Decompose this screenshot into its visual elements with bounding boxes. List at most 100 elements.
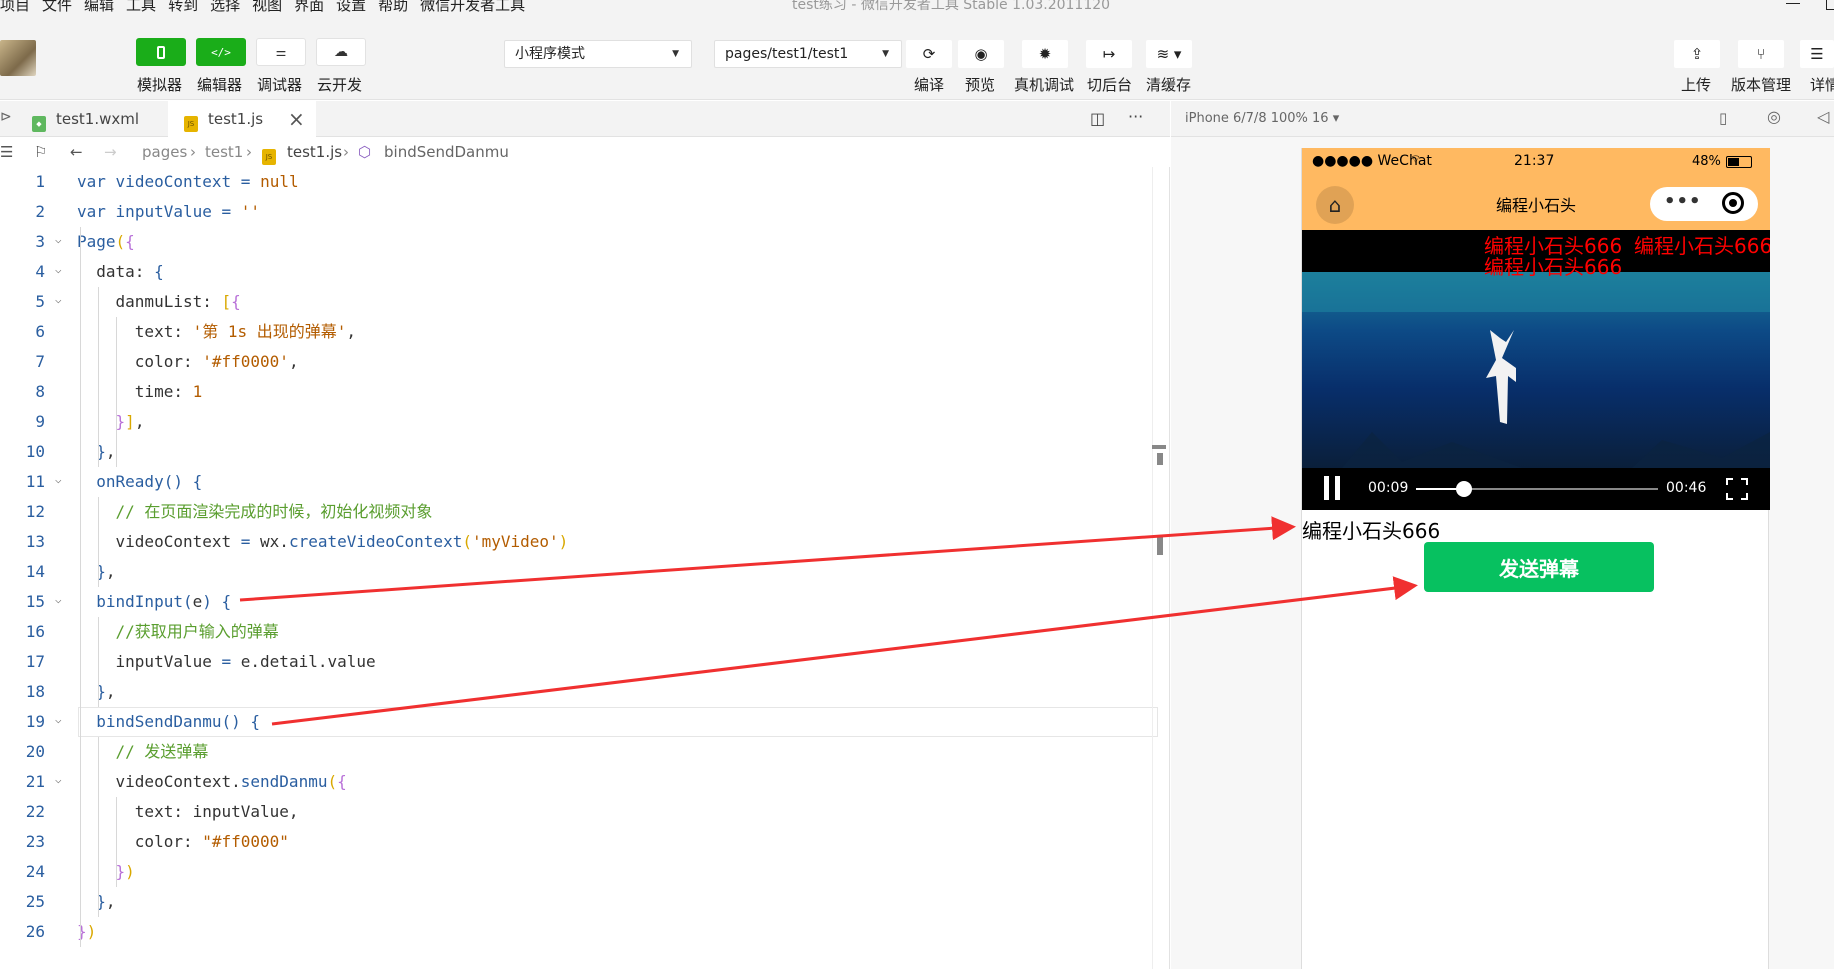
remote-debug-button[interactable]: ✹ bbox=[1022, 40, 1068, 68]
version-button[interactable]: ⑂ bbox=[1738, 40, 1784, 68]
volume-icon[interactable]: ◁ bbox=[1817, 107, 1829, 126]
menu-item[interactable]: 编辑 bbox=[84, 0, 114, 13]
outline-icon[interactable]: ☰ bbox=[0, 143, 13, 161]
editor-button[interactable]: </> bbox=[196, 38, 246, 66]
more-icon[interactable]: ··· bbox=[1128, 107, 1143, 126]
code-line[interactable]: 4 ⌵ data: { bbox=[0, 257, 1170, 287]
code-line[interactable]: 14 }, bbox=[0, 557, 1170, 587]
line-number: 25 bbox=[25, 892, 45, 911]
code-line[interactable]: 17 inputValue = e.detail.value bbox=[0, 647, 1170, 677]
code-line[interactable]: 5 ⌵ danmuList: [{ bbox=[0, 287, 1170, 317]
page-select[interactable]: pages/test1/test1 ▼ bbox=[714, 40, 902, 68]
wifi-icon: ⌔ bbox=[1410, 152, 1422, 166]
breadcrumb-item[interactable]: pages bbox=[142, 143, 187, 161]
menu-item[interactable]: 帮助 bbox=[378, 0, 408, 13]
code-line[interactable]: 22 text: inputValue, bbox=[0, 797, 1170, 827]
cloud-button[interactable]: ☁ bbox=[316, 38, 366, 66]
code-line[interactable]: 20 // 发送弹幕 bbox=[0, 737, 1170, 767]
code-text: inputValue = e.detail.value bbox=[77, 652, 376, 671]
close-target-icon[interactable] bbox=[1722, 192, 1744, 214]
clear-cache-button[interactable]: ≋ ▾ bbox=[1146, 40, 1192, 68]
debugger-button[interactable]: ⚌ bbox=[256, 38, 306, 66]
menu-item[interactable]: 转到 bbox=[168, 0, 198, 13]
breadcrumb-item[interactable]: test1.js bbox=[287, 143, 342, 161]
simulator-button[interactable] bbox=[136, 38, 186, 66]
upload-button[interactable]: ⇪ bbox=[1674, 40, 1720, 68]
fold-chevron-icon[interactable]: ⌵ bbox=[55, 257, 62, 283]
code-line[interactable]: 1 var videoContext = null bbox=[0, 167, 1170, 197]
menu-item[interactable]: 项目 bbox=[0, 0, 30, 13]
fold-chevron-icon[interactable]: ⌵ bbox=[55, 707, 62, 733]
code-line[interactable]: 2 var inputValue = '' bbox=[0, 197, 1170, 227]
forward-arrow-icon[interactable]: → bbox=[104, 143, 117, 161]
menu-item[interactable]: 微信开发者工具 bbox=[420, 0, 525, 13]
menu-item[interactable]: 选择 bbox=[210, 0, 240, 13]
code-line[interactable]: 12 // 在页面渲染完成的时候，初始化视频对象 bbox=[0, 497, 1170, 527]
code-line[interactable]: 18 }, bbox=[0, 677, 1170, 707]
avatar[interactable] bbox=[0, 40, 36, 76]
menu-item[interactable]: 文件 bbox=[42, 0, 72, 13]
code-line[interactable]: 7 color: '#ff0000', bbox=[0, 347, 1170, 377]
fold-chevron-icon[interactable]: ⌵ bbox=[55, 767, 62, 793]
code-line[interactable]: 13 videoContext = wx.createVideoContext(… bbox=[0, 527, 1170, 557]
line-number: 26 bbox=[25, 922, 45, 941]
explorer-toggle-icon[interactable]: ⊳ bbox=[0, 109, 12, 125]
js-file-icon: JS bbox=[184, 116, 198, 132]
code-editor[interactable]: 1 var videoContext = null 2 var inputValue … bbox=[0, 167, 1170, 969]
details-button[interactable]: ☰ bbox=[1800, 40, 1834, 68]
pause-icon[interactable] bbox=[1324, 476, 1342, 500]
danmu-input[interactable]: 编程小石头666 bbox=[1302, 515, 1440, 544]
background-button[interactable]: ↦ bbox=[1086, 40, 1132, 68]
preview-button[interactable]: ◉ bbox=[958, 40, 1004, 68]
fold-chevron-icon[interactable]: ⌵ bbox=[55, 227, 62, 253]
close-icon[interactable]: × bbox=[288, 101, 305, 137]
phone-icon[interactable]: ▯ bbox=[1719, 109, 1727, 127]
editor-scrollbar[interactable] bbox=[1152, 167, 1166, 969]
code-line[interactable]: 3 ⌵ Page({ bbox=[0, 227, 1170, 257]
progress-track[interactable] bbox=[1416, 481, 1658, 497]
more-dots-icon[interactable]: ••• bbox=[1664, 191, 1702, 212]
device-select[interactable]: iPhone 6/7/8 100% 16 ▾ bbox=[1185, 111, 1339, 126]
progress-knob[interactable] bbox=[1456, 481, 1473, 497]
compile-button[interactable]: ⟳ bbox=[906, 40, 952, 68]
bookmark-icon[interactable]: ⚐ bbox=[34, 143, 47, 161]
fullscreen-icon[interactable] bbox=[1726, 478, 1748, 500]
fold-chevron-icon[interactable]: ⌵ bbox=[55, 287, 62, 313]
menu-item[interactable]: 界面 bbox=[294, 0, 324, 13]
fold-chevron-icon[interactable]: ⌵ bbox=[55, 587, 62, 613]
breadcrumb-item[interactable]: bindSendDanmu bbox=[384, 143, 509, 161]
menu-item[interactable]: 工具 bbox=[126, 0, 156, 13]
code-line[interactable]: 9 }], bbox=[0, 407, 1170, 437]
split-editor-icon[interactable]: ◫ bbox=[1090, 109, 1105, 128]
line-number: 8 bbox=[35, 382, 45, 401]
code-line[interactable]: 21 ⌵ videoContext.sendDanmu({ bbox=[0, 767, 1170, 797]
record-icon[interactable]: ◎ bbox=[1767, 107, 1781, 126]
fold-chevron-icon[interactable]: ⌵ bbox=[55, 467, 62, 493]
code-line[interactable]: 23 color: "#ff0000" bbox=[0, 827, 1170, 857]
minimize-icon[interactable] bbox=[1786, 3, 1800, 4]
back-arrow-icon[interactable]: ← bbox=[70, 143, 83, 161]
send-danmu-button[interactable]: 发送弹幕 bbox=[1424, 542, 1654, 592]
menu-item[interactable]: 设置 bbox=[336, 0, 366, 13]
code-line[interactable]: 15 ⌵ bindInput(e) { bbox=[0, 587, 1170, 617]
scroll-thumb[interactable] bbox=[1157, 535, 1163, 555]
maximize-icon[interactable] bbox=[1826, 0, 1834, 10]
code-line[interactable]: 26}) bbox=[0, 917, 1170, 947]
tab-test1-js[interactable]: JS test1.js × bbox=[168, 101, 316, 137]
battery-icon bbox=[1726, 156, 1752, 168]
code-line[interactable]: 10 }, bbox=[0, 437, 1170, 467]
code-line[interactable]: 11 ⌵ onReady() { bbox=[0, 467, 1170, 497]
code-line[interactable]: 24 }) bbox=[0, 857, 1170, 887]
code-line[interactable]: 8 time: 1 bbox=[0, 377, 1170, 407]
mode-select[interactable]: 小程序模式 ▼ bbox=[504, 40, 692, 68]
tab-test1-wxml[interactable]: ◆ test1.wxml bbox=[32, 101, 168, 137]
code-line[interactable]: 16 //获取用户输入的弹幕 bbox=[0, 617, 1170, 647]
chevron-right-icon: › bbox=[343, 143, 349, 161]
breadcrumb-item[interactable]: test1 bbox=[205, 143, 243, 161]
line-number: 21 bbox=[25, 772, 45, 791]
menu-item[interactable]: 视图 bbox=[252, 0, 282, 13]
code-line[interactable]: 25 }, bbox=[0, 887, 1170, 917]
code-line[interactable]: 6 text: '第 1s 出现的弹幕', bbox=[0, 317, 1170, 347]
video-player[interactable]: 编程小石头666 编程小石头666 编程小石头666 00:09 00:46 bbox=[1302, 230, 1770, 510]
page-select-value: pages/test1/test1 bbox=[725, 46, 849, 62]
